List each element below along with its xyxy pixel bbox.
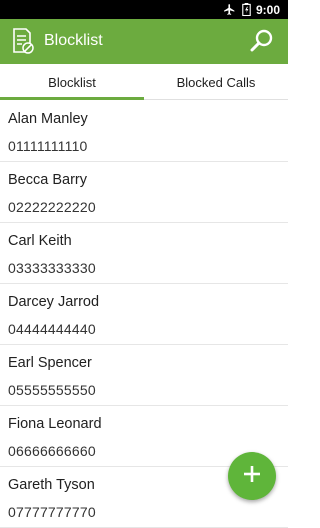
add-button[interactable] [228, 452, 276, 500]
contact-number: 05555555550 [8, 382, 96, 398]
status-time: 9:00 [255, 2, 280, 17]
contact-number: 04444444440 [8, 321, 96, 337]
list-item[interactable]: Alan Manley 01111111110 [0, 101, 288, 162]
battery-icon [242, 3, 251, 16]
tab-indicator [0, 97, 144, 100]
contact-name: Alan Manley [8, 111, 88, 127]
list-item[interactable]: Darcey Jarrod 04444444440 [0, 284, 288, 345]
list-item[interactable]: Carl Keith 03333333330 [0, 223, 288, 284]
contact-number: 01111111110 [8, 138, 88, 154]
blocklist-app-icon [12, 28, 34, 54]
contact-name: Carl Keith [8, 233, 72, 249]
list-item[interactable]: Becca Barry 02222222220 [0, 162, 288, 223]
contact-number: 02222222220 [8, 199, 96, 215]
contact-name: Darcey Jarrod [8, 294, 100, 310]
tab-blocklist[interactable]: Blocklist [0, 64, 144, 100]
search-icon[interactable] [249, 28, 275, 54]
tab-label: Blocked Calls [176, 74, 256, 90]
contact-number: 06666666660 [8, 443, 96, 459]
app-title: Blocklist [44, 32, 103, 49]
tab-label: Blocklist [48, 74, 96, 90]
app-bar: Blocklist [0, 19, 288, 64]
contact-name: Fiona Leonard [8, 416, 102, 432]
list-item[interactable]: Earl Spencer 05555555550 [0, 345, 288, 406]
contact-number: 07777777770 [8, 504, 96, 520]
tab-blocked-calls[interactable]: Blocked Calls [144, 64, 288, 100]
status-bar: 9:00 [0, 0, 288, 19]
add-icon [242, 464, 262, 489]
contact-number: 03333333330 [8, 260, 96, 276]
tab-bar: Blocklist Blocked Calls [0, 64, 288, 100]
airplane-icon [223, 3, 236, 16]
contact-name: Gareth Tyson [8, 477, 95, 493]
contact-name: Becca Barry [8, 172, 87, 188]
contact-name: Earl Spencer [8, 355, 92, 371]
